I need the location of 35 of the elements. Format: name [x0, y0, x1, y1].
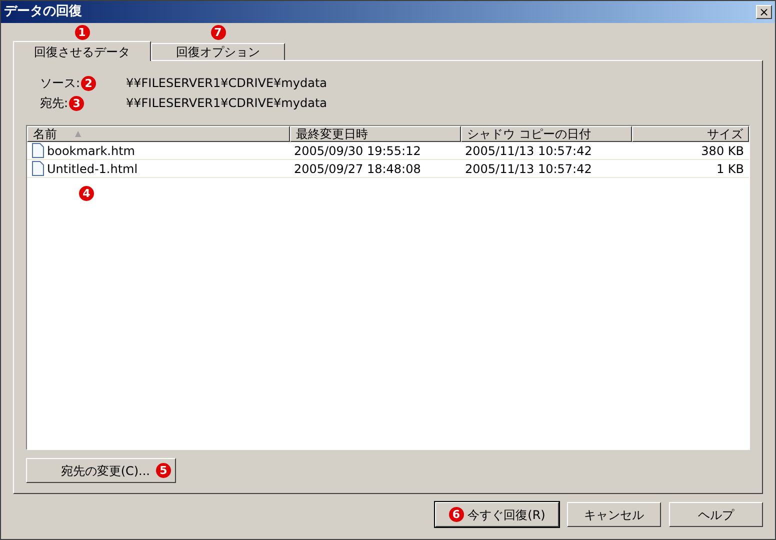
callout-badge: 7	[210, 25, 226, 40]
field-value: ¥¥FILESERVER1¥CDRIVE¥mydata	[126, 95, 327, 112]
field-value: ¥¥FILESERVER1¥CDRIVE¥mydata	[126, 75, 327, 92]
callout-badge: 4	[79, 186, 94, 201]
callout-badge: 6	[448, 507, 464, 522]
dialog-button[interactable]: キャンセル	[567, 502, 661, 527]
close-button[interactable]: ×	[756, 5, 772, 19]
dialog-button[interactable]: ヘルプ	[669, 502, 763, 527]
file-name: bookmark.htm	[47, 142, 135, 160]
file-name: Untitled-1.html	[47, 160, 138, 178]
window-title: データの回復	[4, 3, 82, 22]
table-cell-text: 2005/09/30 19:55:12	[293, 142, 422, 160]
column-header[interactable]: シャドウ コピーの日付	[461, 126, 632, 142]
callout-badge: 5	[156, 463, 171, 478]
change-destination-button[interactable]: 宛先の変更(C)... 5	[26, 458, 176, 483]
file-row[interactable]: bookmark.htm 2005/09/30 19:55:12 2005/11/13 10:57:42 380 KB	[27, 142, 749, 160]
dialog-button[interactable]: 6 今すぐ回復(R)	[435, 502, 559, 527]
table-cell-text: 380 KB	[700, 142, 745, 160]
table-cell-text: 2005/11/13 10:57:42	[464, 142, 593, 160]
table-cell-text: 1 KB	[715, 160, 745, 178]
field-label: 宛先:	[40, 95, 68, 112]
callout-badge: 3	[69, 96, 84, 110]
document-icon	[32, 143, 44, 158]
file-row[interactable]: Untitled-1.html 2005/09/27 18:48:08 2005/11/13 10:57:42 1 KB	[27, 160, 749, 178]
column-header[interactable]: 最終変更日時	[290, 126, 461, 142]
field-label: ソース:	[40, 75, 80, 92]
column-header[interactable]: サイズ	[632, 126, 749, 142]
table-cell-text: 2005/09/27 18:48:08	[293, 160, 422, 178]
callout-badge: 2	[81, 76, 96, 90]
callout-badge: 1	[74, 25, 90, 40]
tab[interactable]: 回復オプション	[151, 43, 285, 60]
column-header[interactable]: 名前 ▲	[27, 126, 290, 142]
document-icon	[32, 161, 44, 176]
tab[interactable]: 回復させるデータ	[13, 41, 151, 61]
table-cell-text: 2005/11/13 10:57:42	[464, 160, 593, 178]
